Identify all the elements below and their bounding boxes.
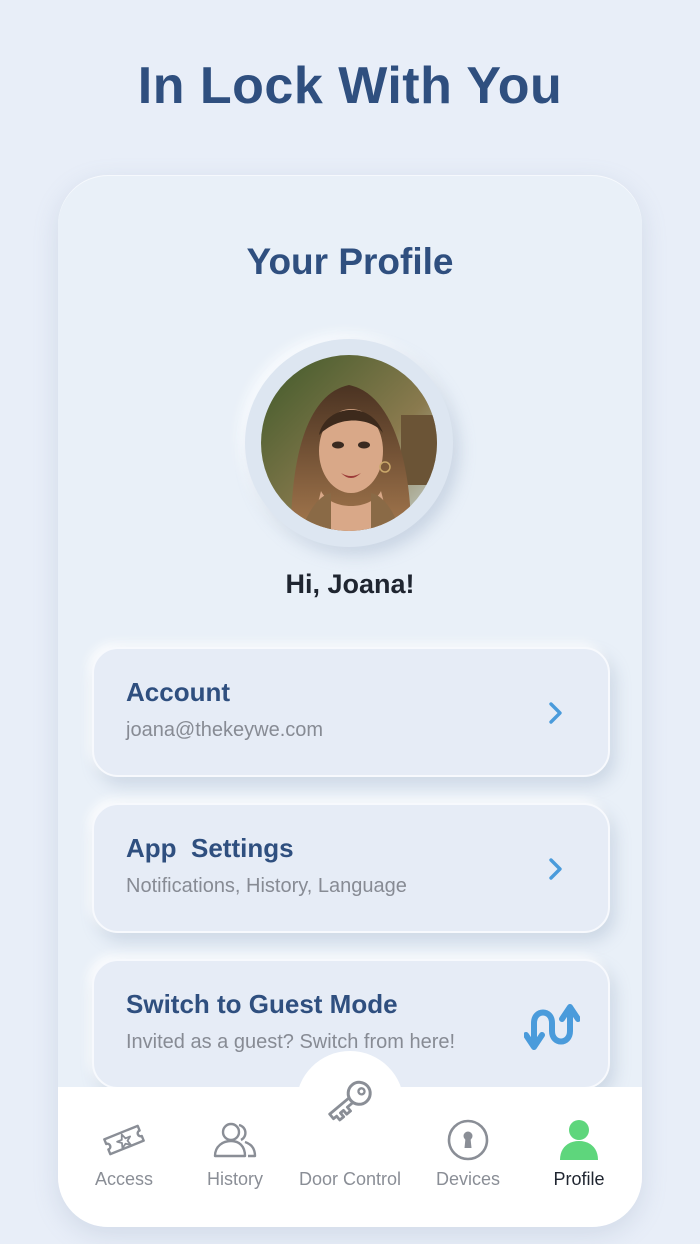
greeting-text: Hi, Joana! xyxy=(285,569,415,599)
nav-item-access[interactable]: Access xyxy=(69,1087,179,1227)
nav-label: Profile xyxy=(553,1169,605,1189)
card-title: Switch to Guest Mode xyxy=(126,989,398,1019)
avatar[interactable] xyxy=(261,355,437,531)
bottom-nav: Access History Door Control Devices Prof… xyxy=(58,1051,642,1227)
nav-item-history[interactable]: History xyxy=(180,1087,290,1227)
swap-arrows-icon[interactable] xyxy=(523,1001,581,1053)
card-subtitle: Invited as a guest? Switch from here! xyxy=(126,1031,456,1053)
key-icon xyxy=(320,1073,380,1129)
card-subtitle: joana@thekeywe.com xyxy=(126,719,324,741)
nav-item-devices[interactable]: Devices xyxy=(413,1087,523,1227)
card-title: App Settings xyxy=(126,833,294,863)
page-title: Your Profile xyxy=(246,241,454,282)
ticket-icon xyxy=(99,1117,149,1163)
avatar-frame xyxy=(245,339,453,547)
nav-item-profile[interactable]: Profile xyxy=(524,1087,634,1227)
app-settings-card[interactable]: App Settings Notifications, History, Lan… xyxy=(92,803,610,933)
app-headline: In Lock With You xyxy=(137,57,563,115)
nav-item-door-control[interactable]: Door Control xyxy=(295,1080,405,1227)
chevron-right-icon xyxy=(542,855,570,883)
phone-frame: Your Profile Hi, Joana! Account joana@th… xyxy=(58,175,642,1227)
card-title: Account xyxy=(126,677,230,707)
chevron-right-icon xyxy=(542,699,570,727)
keyhole-icon xyxy=(443,1117,493,1163)
account-card[interactable]: Account joana@thekeywe.com xyxy=(92,647,610,777)
users-icon xyxy=(210,1117,260,1163)
person-icon xyxy=(554,1117,604,1163)
card-subtitle: Notifications, History, Language xyxy=(126,875,407,897)
